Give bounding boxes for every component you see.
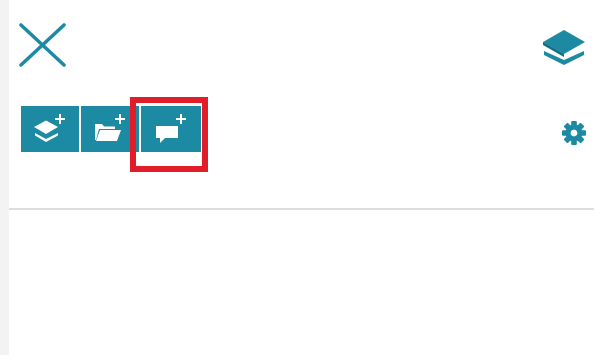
add-comment-icon <box>156 114 186 143</box>
close-button[interactable] <box>18 22 68 68</box>
side-panel <box>0 0 594 355</box>
settings-button[interactable] <box>561 120 587 146</box>
divider <box>9 208 594 210</box>
add-layer-button[interactable] <box>21 106 81 152</box>
panel-left-edge <box>0 0 9 355</box>
close-icon <box>19 23 66 67</box>
layers-icon <box>543 30 585 65</box>
gear-icon <box>562 121 586 145</box>
add-folder-icon <box>95 114 125 141</box>
add-comment-button[interactable] <box>141 106 201 152</box>
layers-button[interactable] <box>540 26 588 70</box>
add-layer-icon <box>34 114 65 142</box>
toolbar <box>21 106 201 152</box>
add-folder-button[interactable] <box>81 106 141 152</box>
